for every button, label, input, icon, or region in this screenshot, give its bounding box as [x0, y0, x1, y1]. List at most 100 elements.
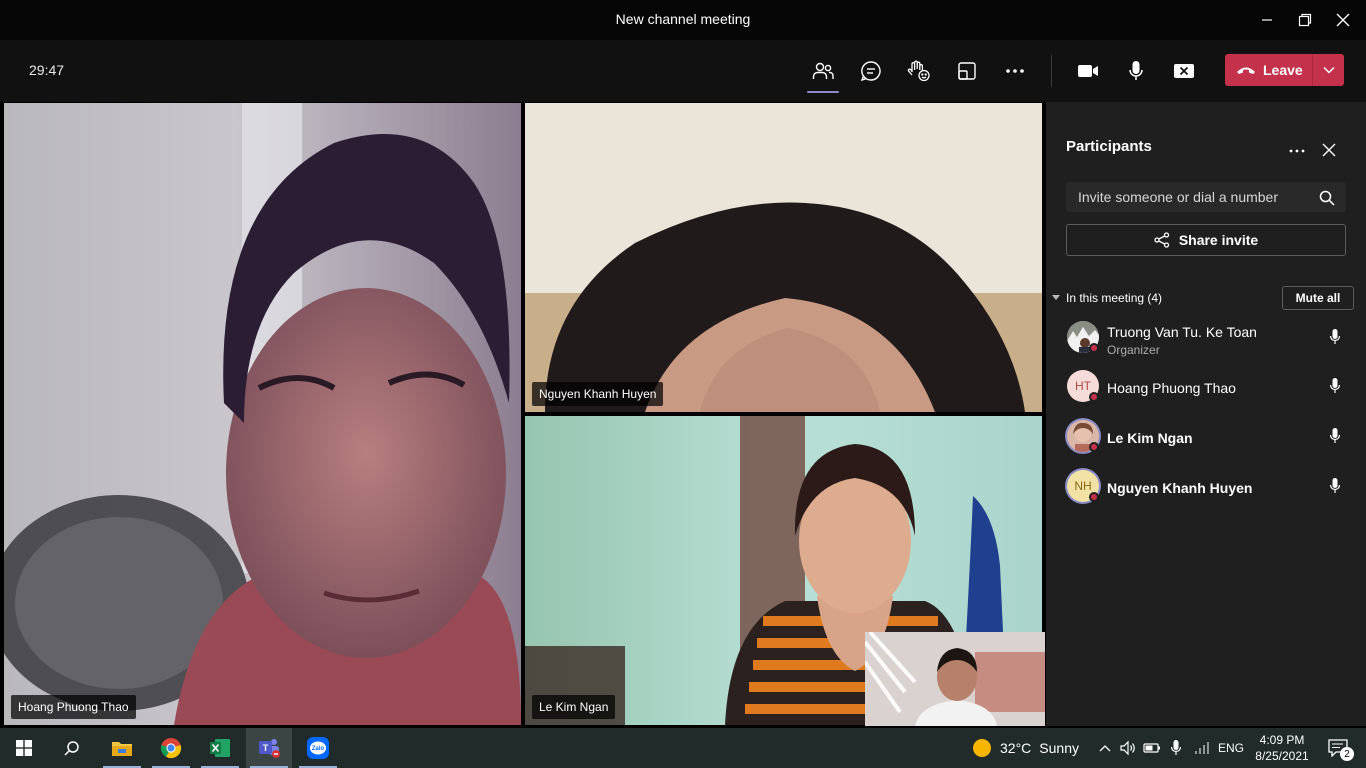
search-icon — [1319, 190, 1335, 206]
weather-temp: 32°C — [1000, 740, 1032, 756]
more-icon — [1289, 149, 1305, 153]
mic-icon — [1329, 329, 1341, 344]
camera-button[interactable] — [1072, 55, 1104, 87]
folder-icon — [112, 742, 132, 756]
panel-title: Participants — [1066, 138, 1152, 155]
camera-icon — [1078, 65, 1098, 77]
mic-icon — [1329, 478, 1341, 493]
status-dot — [1089, 392, 1099, 402]
taskbar-file-explorer[interactable] — [99, 728, 145, 768]
mic-icon — [1329, 428, 1341, 443]
self-view-video[interactable] — [865, 632, 1045, 726]
participant-row[interactable]: Truong Van Tu. Ke Toan Organizer — [1062, 319, 1362, 359]
excel-icon — [210, 739, 230, 757]
video-tile[interactable]: Nguyen Khanh Huyen — [525, 103, 1042, 412]
mic-icon — [1129, 61, 1143, 80]
windows-icon — [16, 740, 32, 756]
meeting-timer: 29:47 — [29, 62, 65, 78]
leave-split-button: Leave — [1225, 54, 1344, 86]
volume-button[interactable] — [1117, 728, 1139, 768]
video-name-label: Nguyen Khanh Huyen — [532, 382, 664, 406]
in-meeting-label: In this meeting (4) — [1066, 291, 1163, 305]
participant-name: Hoang Phuong Thao — [1107, 380, 1236, 396]
search-icon — [64, 741, 79, 756]
toolbar-divider — [1051, 55, 1052, 87]
share-invite-label: Share invite — [1178, 232, 1259, 248]
mic-icon — [1329, 378, 1341, 393]
reactions-button[interactable] — [903, 55, 935, 87]
chevron-down-icon — [1322, 66, 1335, 74]
svg-text:T: T — [263, 743, 269, 753]
language-label: ENG — [1217, 741, 1244, 755]
in-meeting-section-header[interactable]: In this meeting (4) — [1052, 291, 1162, 305]
participant-name: Nguyen Khanh Huyen — [1107, 480, 1253, 496]
participant-video — [525, 103, 1042, 412]
restore-button[interactable] — [1293, 8, 1317, 32]
leave-options-button[interactable] — [1313, 54, 1344, 86]
participants-icon — [812, 62, 834, 79]
minimize-icon — [1262, 19, 1272, 21]
status-dot — [1089, 343, 1099, 353]
panel-close-button[interactable] — [1318, 139, 1340, 161]
taskbar-chrome[interactable] — [148, 728, 194, 768]
participant-mic — [1329, 427, 1341, 450]
show-hidden-icons-button[interactable] — [1094, 728, 1116, 768]
windows-taskbar: T Zalo 32°C Sunny ENG 4:09 PM 8/25/2021 … — [0, 728, 1366, 768]
notification-count-badge: 2 — [1340, 747, 1354, 761]
participant-row[interactable]: HT Hoang Phuong Thao — [1062, 368, 1362, 408]
restore-icon — [1298, 13, 1312, 27]
status-dot — [1089, 492, 1099, 502]
minimize-button[interactable] — [1255, 8, 1279, 32]
participant-mic — [1329, 328, 1341, 351]
share-tray-button[interactable] — [1168, 55, 1200, 87]
invite-search-input[interactable] — [1066, 182, 1306, 212]
taskbar-teams[interactable]: T — [246, 728, 292, 768]
participant-row[interactable]: NH Nguyen Khanh Huyen — [1062, 468, 1362, 508]
share-invite-button[interactable]: Share invite — [1066, 224, 1346, 256]
taskbar-zalo[interactable]: Zalo — [295, 728, 341, 768]
taskbar-excel[interactable] — [197, 728, 243, 768]
sun-icon — [973, 739, 991, 757]
clock-button[interactable]: 4:09 PM 8/25/2021 — [1252, 728, 1312, 768]
microphone-tray-button[interactable] — [1165, 728, 1187, 768]
window-title: New channel meeting — [615, 11, 751, 27]
search-button[interactable] — [1318, 189, 1336, 207]
video-name-label: Le Kim Ngan — [532, 695, 616, 719]
chat-button[interactable] — [855, 55, 887, 87]
close-icon — [1322, 143, 1336, 157]
rooms-icon — [958, 62, 976, 80]
battery-button[interactable] — [1141, 728, 1163, 768]
teams-icon: T — [259, 739, 280, 758]
participant-role: Organizer — [1107, 343, 1160, 357]
notifications-button[interactable]: 2 — [1318, 728, 1358, 768]
language-button[interactable]: ENG — [1216, 728, 1246, 768]
leave-button[interactable]: Leave — [1225, 54, 1312, 86]
participant-row[interactable]: Le Kim Ngan — [1062, 418, 1362, 458]
zalo-logo-text: Zalo — [312, 746, 325, 752]
raise-hand-icon — [907, 60, 930, 82]
start-button[interactable] — [0, 728, 48, 768]
hang-up-icon — [1237, 67, 1255, 74]
speaker-icon — [1120, 740, 1135, 756]
close-icon — [1336, 13, 1350, 27]
title-bar: New channel meeting — [0, 0, 1366, 40]
battery-icon — [1143, 743, 1160, 753]
clock-time: 4:09 PM — [1259, 733, 1305, 747]
panel-more-button[interactable] — [1286, 140, 1308, 162]
weather-widget[interactable]: 32°C Sunny — [972, 728, 1084, 768]
zalo-icon: Zalo — [307, 737, 329, 759]
close-window-button[interactable] — [1331, 8, 1355, 32]
breakout-rooms-button[interactable] — [951, 55, 983, 87]
taskbar-search-button[interactable] — [48, 728, 96, 768]
mic-button[interactable] — [1120, 55, 1152, 87]
leave-label: Leave — [1263, 62, 1303, 78]
more-icon — [1006, 69, 1024, 73]
participants-panel: Participants Share invite In this meetin… — [1046, 102, 1366, 726]
more-actions-button[interactable] — [999, 55, 1031, 87]
participants-button[interactable] — [807, 55, 839, 93]
wifi-icon — [1195, 742, 1209, 754]
network-button[interactable] — [1190, 728, 1214, 768]
video-tile[interactable]: Hoang Phuong Thao — [4, 103, 521, 725]
status-dot — [1089, 442, 1099, 452]
mute-all-button[interactable]: Mute all — [1282, 286, 1354, 310]
